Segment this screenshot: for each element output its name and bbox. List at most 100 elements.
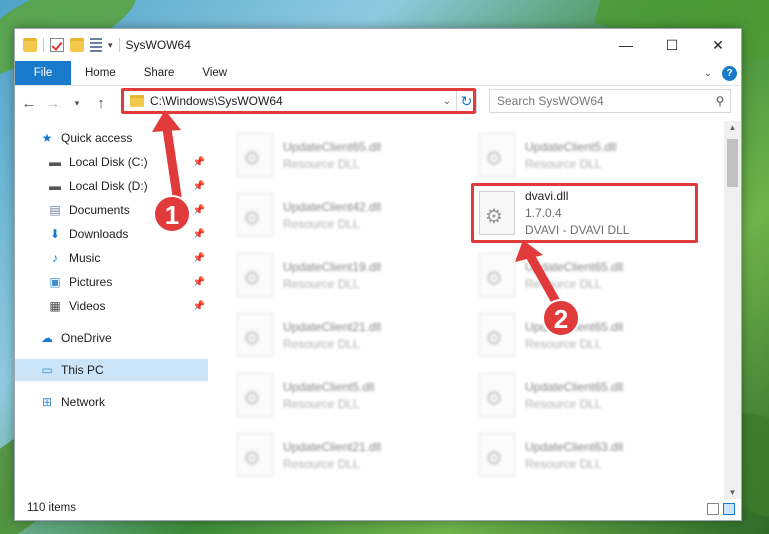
file-name: UpdateClient5.dll	[283, 379, 375, 394]
close-button[interactable]: ✕	[695, 29, 741, 61]
file-name: UpdateClient21.dll	[283, 439, 382, 454]
tab-share[interactable]: Share	[130, 61, 189, 85]
file-tile[interactable]: UpdateClient5.dll Resource DLL	[479, 125, 699, 185]
tab-home[interactable]: Home	[71, 61, 130, 85]
sidebar-item-music[interactable]: ♪ Music 📌	[47, 247, 209, 269]
up-arrow-icon[interactable]: ↑	[93, 95, 109, 112]
pin-icon[interactable]: 📌	[193, 229, 205, 240]
search-input[interactable]: Search SysWOW64 ⚲	[489, 89, 731, 113]
file-name: UpdateClient19.dll	[283, 259, 382, 274]
file-tile[interactable]: UpdateClient5.dll Resource DLL	[237, 365, 457, 425]
file-tile[interactable]: UpdateClient21.dll Resource DLL	[237, 425, 457, 485]
chevron-down-icon[interactable]: ⌄	[438, 96, 456, 107]
file-description: DVAVI - DVAVI DLL	[525, 223, 630, 237]
sidebar-item-label: This PC	[61, 363, 104, 377]
sidebar-item-pictures[interactable]: ▣ Pictures 📌	[47, 271, 209, 293]
dll-file-icon	[479, 313, 515, 357]
file-tile[interactable]: UpdateClient42.dll Resource DLL	[237, 185, 457, 245]
sidebar-item-label: Pictures	[69, 275, 113, 289]
properties-check-icon[interactable]	[50, 38, 64, 52]
pin-icon[interactable]: 📌	[193, 253, 205, 264]
expand-ribbon-icon[interactable]: ⌄	[704, 68, 712, 79]
quick-access-toolbar: ▾	[23, 38, 120, 52]
pin-icon[interactable]: 📌	[193, 157, 205, 168]
tab-file[interactable]: File	[15, 61, 71, 85]
drive-icon: ▬	[49, 179, 61, 193]
file-tile[interactable]: UpdateClient65.dll Resource DLL	[479, 365, 699, 425]
file-tile[interactable]: UpdateClient63.dll Resource DLL	[479, 425, 699, 485]
file-name: UpdateClient65.dll	[283, 139, 382, 154]
dll-file-icon	[479, 191, 515, 235]
sidebar-item-label: Music	[69, 251, 101, 265]
sidebar-item-local-disk-c[interactable]: ▬ Local Disk (C:) 📌	[47, 151, 209, 173]
sidebar-item-quick-access[interactable]: ★ Quick access	[39, 127, 209, 149]
file-type: Resource DLL	[525, 276, 602, 291]
file-tile[interactable]: UpdateClient65.dll Resource DLL	[479, 305, 699, 365]
sidebar-item-network[interactable]: ⊞ Network	[39, 391, 209, 413]
maximize-button[interactable]: ☐	[649, 29, 695, 61]
back-arrow-icon[interactable]: ←	[21, 95, 37, 112]
window-controls: — ☐ ✕	[603, 29, 741, 61]
search-placeholder: Search SysWOW64	[497, 94, 604, 108]
drive-icon: ▬	[49, 155, 61, 169]
tab-view[interactable]: View	[188, 61, 241, 85]
network-icon: ⊞	[41, 395, 53, 409]
file-tile[interactable]: UpdateClient65.dll Resource DLL	[237, 125, 457, 185]
refresh-icon[interactable]: ↻	[456, 90, 476, 112]
scrollbar-thumb[interactable]	[727, 139, 738, 187]
item-count: 110 items	[27, 502, 77, 514]
file-type: Resource DLL	[283, 456, 360, 471]
sidebar-item-onedrive[interactable]: ☁ OneDrive	[39, 327, 209, 349]
sidebar-item-this-pc[interactable]: ▭ This PC	[15, 359, 208, 381]
recent-locations-icon[interactable]: ▾	[69, 98, 85, 109]
view-switcher	[707, 503, 735, 515]
sidebar-item-videos[interactable]: ▦ Videos 📌	[47, 295, 209, 317]
star-icon: ★	[41, 131, 53, 145]
minimize-button[interactable]: —	[603, 29, 649, 61]
file-name: UpdateClient65.dll	[525, 379, 624, 394]
sidebar-item-label: OneDrive	[61, 331, 112, 345]
file-version: 1.7.0.4	[525, 206, 562, 220]
cloud-icon: ☁	[41, 331, 53, 345]
file-type: Resource DLL	[283, 276, 360, 291]
dll-file-icon	[479, 253, 515, 297]
new-folder-icon[interactable]	[70, 38, 84, 52]
file-tile[interactable]: UpdateClient21.dll Resource DLL	[237, 305, 457, 365]
videos-icon: ▦	[49, 299, 61, 313]
sidebar-item-documents[interactable]: ▤ Documents 📌	[47, 199, 209, 221]
pin-icon[interactable]: 📌	[193, 301, 205, 312]
window-title: SysWOW64	[125, 38, 191, 52]
forward-arrow-icon[interactable]: →	[45, 95, 61, 112]
scroll-up-icon[interactable]: ▲	[724, 123, 741, 132]
vertical-scrollbar[interactable]: ▲ ▼	[724, 121, 741, 499]
title-bar: ▾ SysWOW64 — ☐ ✕	[15, 29, 741, 61]
address-bar[interactable]: C:\Windows\SysWOW64 ⌄ ↻	[123, 89, 477, 113]
chevron-down-icon[interactable]: ▾	[108, 40, 113, 51]
file-tile[interactable]: UpdateClient19.dll Resource DLL	[237, 245, 457, 305]
music-icon: ♪	[52, 251, 58, 265]
file-name: UpdateClient42.dll	[283, 199, 382, 214]
file-name: UpdateClient65.dll	[525, 259, 624, 274]
pc-icon: ▭	[41, 363, 53, 377]
address-path[interactable]: C:\Windows\SysWOW64	[150, 94, 283, 108]
tiles-view-icon[interactable]	[723, 503, 735, 515]
customize-icon[interactable]	[90, 38, 102, 52]
pin-icon[interactable]: 📌	[193, 181, 205, 192]
file-type: Resource DLL	[283, 156, 360, 171]
help-icon[interactable]: ?	[722, 65, 737, 81]
pin-icon[interactable]: 📌	[193, 277, 205, 288]
folder-icon[interactable]	[23, 38, 37, 52]
file-tile[interactable]: UpdateClient65.dll Resource DLL	[479, 245, 699, 305]
pin-icon[interactable]: 📌	[193, 205, 205, 216]
downloads-icon: ⬇	[49, 227, 61, 241]
file-tile-dvavi[interactable]: dvavi.dll 1.7.0.4 DVAVI - DVAVI DLL	[479, 183, 699, 243]
sidebar-item-downloads[interactable]: ⬇ Downloads 📌	[47, 223, 209, 245]
status-bar: 110 items	[15, 496, 741, 520]
dll-file-icon	[237, 433, 273, 477]
details-view-icon[interactable]	[707, 503, 719, 515]
ribbon-tabs: File Home Share View ⌄ ?	[15, 61, 741, 86]
search-icon[interactable]: ⚲	[710, 94, 730, 108]
dll-file-icon	[479, 433, 515, 477]
divider	[118, 38, 120, 52]
sidebar-item-local-disk-d[interactable]: ▬ Local Disk (D:) 📌	[47, 175, 209, 197]
